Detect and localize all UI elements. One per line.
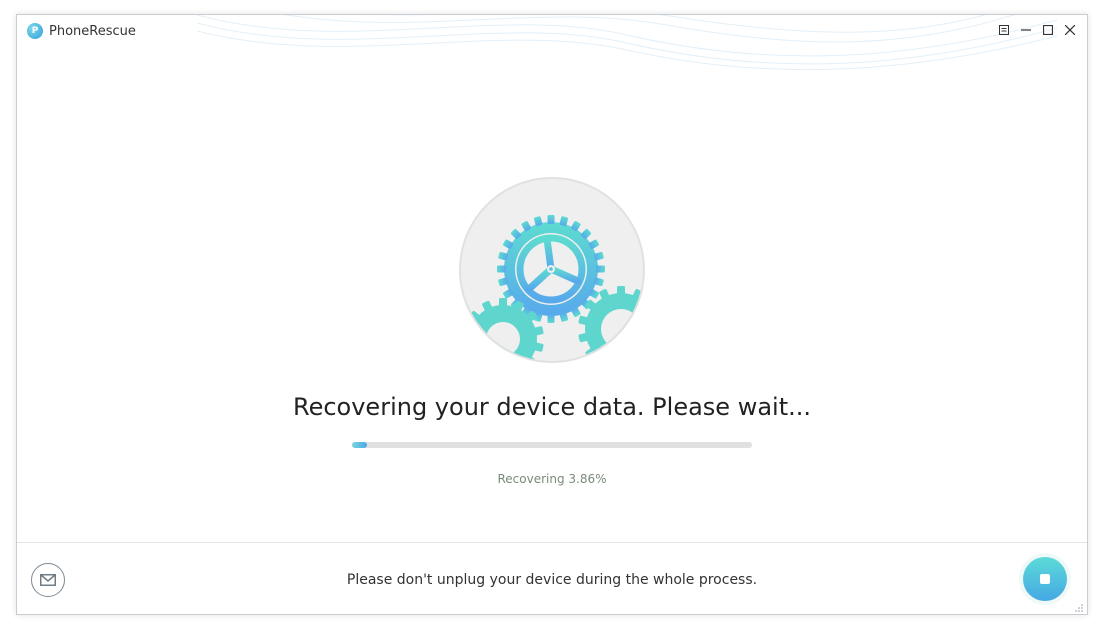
stop-button-ring bbox=[1019, 553, 1071, 605]
progress-bar bbox=[352, 442, 752, 448]
gears-icon bbox=[462, 215, 643, 361]
footer-bar: Please don't unplug your device during t… bbox=[17, 542, 1087, 614]
app-window: P PhoneRescue Recovering your device dat… bbox=[16, 14, 1088, 615]
main-panel: Recovering your device data. Please wait… bbox=[17, 49, 1087, 542]
unplug-warning: Please don't unplug your device during t… bbox=[346, 572, 758, 588]
app-brand: P PhoneRescue bbox=[27, 23, 136, 39]
resize-grip-icon[interactable] bbox=[1074, 603, 1084, 613]
gears-illustration bbox=[461, 179, 643, 361]
stop-button[interactable] bbox=[1023, 557, 1067, 601]
progress-status: Recovering 3.86% bbox=[497, 472, 607, 486]
minimize-icon[interactable] bbox=[1019, 23, 1033, 37]
stop-icon bbox=[1040, 574, 1050, 584]
maximize-icon[interactable] bbox=[1041, 23, 1055, 37]
app-logo-icon: P bbox=[27, 23, 43, 39]
app-title: PhoneRescue bbox=[49, 23, 136, 39]
progress-fill bbox=[352, 442, 368, 448]
menu-icon[interactable] bbox=[997, 23, 1011, 37]
title-bar: P PhoneRescue bbox=[17, 15, 1087, 49]
page-title: Recovering your device data. Please wait… bbox=[292, 393, 811, 421]
window-controls bbox=[997, 23, 1077, 37]
close-icon[interactable] bbox=[1063, 23, 1077, 37]
